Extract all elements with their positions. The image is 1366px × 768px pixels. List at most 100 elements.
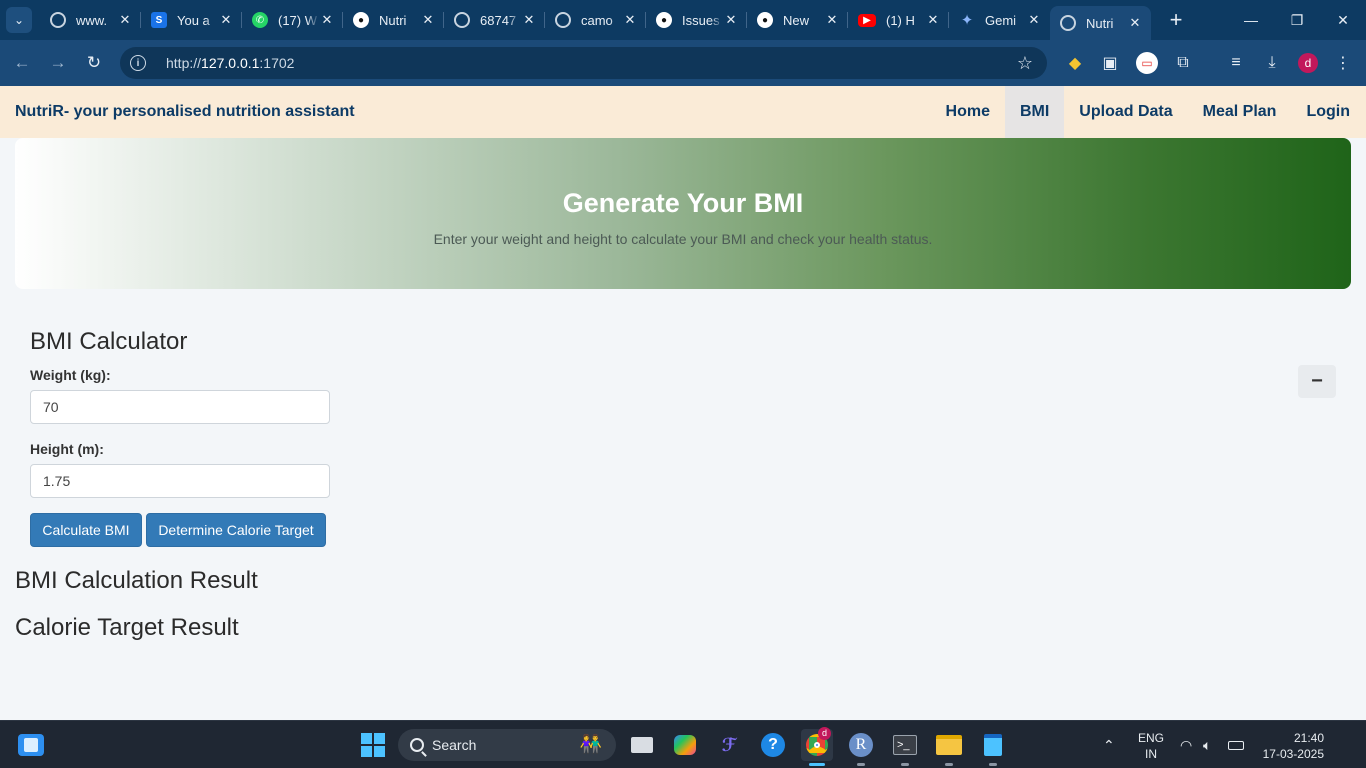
- download-icon[interactable]: ⤓: [1258, 40, 1286, 86]
- hero-banner: Generate Your BMI Enter your weight and …: [15, 138, 1351, 289]
- copilot-icon[interactable]: [669, 729, 701, 761]
- tab-title: You a: [177, 12, 210, 28]
- s-icon: S: [151, 12, 167, 28]
- github-icon: ●: [353, 12, 369, 28]
- restore-icon[interactable]: ❐: [1274, 0, 1320, 40]
- media-controls-icon[interactable]: ≡: [1222, 40, 1250, 86]
- windows-start-icon[interactable]: [361, 733, 385, 757]
- close-icon[interactable]: ✕: [925, 12, 941, 28]
- calculate-bmi-button[interactable]: Calculate BMI: [30, 513, 142, 547]
- tab-title: Gemi: [985, 12, 1017, 28]
- url-text[interactable]: http://127.0.0.1:1702: [166, 55, 294, 71]
- volume-icon[interactable]: 🔈︎: [1203, 721, 1211, 768]
- close-icon[interactable]: ✕: [420, 12, 436, 28]
- highlighter-extension-icon[interactable]: ◆: [1061, 40, 1089, 86]
- language-indicator[interactable]: ENG IN: [1138, 730, 1164, 762]
- browser-tab[interactable]: www. ✕: [40, 0, 141, 40]
- brand-title[interactable]: NutriR- your personalised nutrition assi…: [15, 103, 355, 121]
- browser-tab[interactable]: ● Issues ✕: [646, 0, 747, 40]
- window-controls: — ❐ ✕: [1228, 0, 1366, 40]
- hero-title: Generate Your BMI: [562, 188, 804, 218]
- site-navbar: NutriR- your personalised nutrition assi…: [0, 86, 1366, 138]
- browser-tab[interactable]: ▶ (1) H ✕: [848, 0, 949, 40]
- r-app-icon[interactable]: R: [845, 729, 877, 766]
- tab-title: New: [783, 12, 810, 28]
- tab-title: Issues: [682, 12, 720, 28]
- close-icon[interactable]: ✕: [622, 12, 638, 28]
- nav-home[interactable]: Home: [931, 86, 1005, 138]
- close-icon[interactable]: ✕: [723, 12, 739, 28]
- taskbar-search-label: Search: [432, 737, 477, 753]
- globe-icon: [50, 12, 66, 28]
- bookmark-star-icon[interactable]: ☆: [1017, 53, 1033, 74]
- close-icon[interactable]: ✕: [1127, 15, 1143, 31]
- notepad-icon[interactable]: [977, 729, 1009, 766]
- browser-tab[interactable]: ✦ Gemi ✕: [949, 0, 1050, 40]
- plus-icon: +: [1169, 7, 1183, 32]
- task-view-icon[interactable]: [626, 729, 658, 761]
- nav-bmi[interactable]: BMI: [1004, 86, 1065, 138]
- github-icon: ●: [757, 12, 773, 28]
- close-window-icon[interactable]: ✕: [1320, 0, 1366, 40]
- chevron-down-icon: ⌄: [13, 13, 25, 27]
- nav-login[interactable]: Login: [1291, 86, 1366, 138]
- nav-meal-plan[interactable]: Meal Plan: [1188, 86, 1292, 138]
- help-icon[interactable]: ?: [757, 729, 789, 761]
- search-icon: [410, 738, 424, 752]
- close-icon[interactable]: ✕: [319, 12, 335, 28]
- terminal-icon[interactable]: >_: [889, 729, 921, 766]
- widgets-icon[interactable]: [18, 734, 44, 756]
- calorie-target-button[interactable]: Determine Calorie Target: [146, 513, 326, 547]
- collapse-button[interactable]: −: [1298, 365, 1336, 398]
- browser-tab[interactable]: camo ✕: [545, 0, 646, 40]
- nav-links: Home BMI Upload Data Meal Plan Login: [931, 86, 1366, 138]
- close-icon[interactable]: ✕: [1026, 12, 1042, 28]
- hero-subtitle: Enter your weight and height to calculat…: [433, 231, 933, 247]
- address-bar[interactable]: i http://127.0.0.1:1702 ☆: [120, 47, 1047, 79]
- tab-title: 68747: [480, 12, 517, 28]
- browser-tab[interactable]: ● Nutri ✕: [343, 0, 444, 40]
- back-arrow-icon[interactable]: ←: [4, 45, 40, 81]
- tab-search-button[interactable]: ⌄: [6, 7, 32, 33]
- browser-tab[interactable]: ✆ (17) W ✕: [242, 0, 343, 40]
- chrome-icon[interactable]: d: [801, 727, 833, 766]
- battery-icon[interactable]: [1228, 721, 1244, 768]
- close-icon[interactable]: ✕: [824, 12, 840, 28]
- reload-icon[interactable]: ↻: [76, 45, 112, 81]
- file-explorer-icon[interactable]: [933, 729, 965, 766]
- browser-tab-active[interactable]: Nutri ✕: [1050, 6, 1151, 40]
- calculator-title: BMI Calculator: [30, 328, 188, 355]
- wifi-icon[interactable]: ◠: [1180, 721, 1192, 768]
- browser-tab[interactable]: 68747 ✕: [444, 0, 545, 40]
- nav-upload-data[interactable]: Upload Data: [1064, 86, 1187, 138]
- weight-input[interactable]: [30, 390, 330, 424]
- clock-time: 21:40: [1293, 731, 1324, 745]
- search-highlight-icon: 👫: [579, 734, 602, 754]
- profile-avatar[interactable]: d: [1294, 40, 1322, 86]
- site-info-icon[interactable]: i: [130, 55, 146, 71]
- browser-tab[interactable]: S You a ✕: [141, 0, 242, 40]
- close-icon[interactable]: ✕: [218, 12, 234, 28]
- new-tab-button[interactable]: +: [1161, 5, 1191, 35]
- taskbar-search[interactable]: Search 👫: [398, 729, 616, 761]
- minimize-icon[interactable]: —: [1228, 0, 1274, 40]
- recorder-extension-icon[interactable]: ▭: [1133, 40, 1161, 86]
- screenshot-extension-icon[interactable]: ▣: [1096, 40, 1124, 86]
- clock[interactable]: 21:40 17-03-2025: [1263, 730, 1324, 762]
- browser-toolbar: ← → ↻ i http://127.0.0.1:1702 ☆ ◆ ▣ ▭ ⧉ …: [0, 40, 1366, 86]
- tab-title: (1) H: [886, 12, 915, 28]
- more-menu-icon[interactable]: ⋮: [1329, 40, 1357, 86]
- extensions-puzzle-icon[interactable]: ⧉: [1169, 40, 1197, 86]
- close-icon[interactable]: ✕: [117, 12, 133, 28]
- forward-arrow-icon[interactable]: →: [40, 45, 76, 81]
- tab-title: Nutri: [379, 12, 407, 28]
- close-icon[interactable]: ✕: [521, 12, 537, 28]
- visual-studio-icon[interactable]: ℱ: [713, 729, 745, 761]
- height-input[interactable]: [30, 464, 330, 498]
- chevron-up-icon[interactable]: ⌃: [1103, 721, 1115, 768]
- tab-title: www.: [76, 12, 108, 28]
- github-icon: ●: [656, 12, 672, 28]
- gemini-icon: ✦: [960, 12, 974, 29]
- browser-tab[interactable]: ● New ✕: [747, 0, 848, 40]
- tab-title: (17) W: [278, 12, 317, 28]
